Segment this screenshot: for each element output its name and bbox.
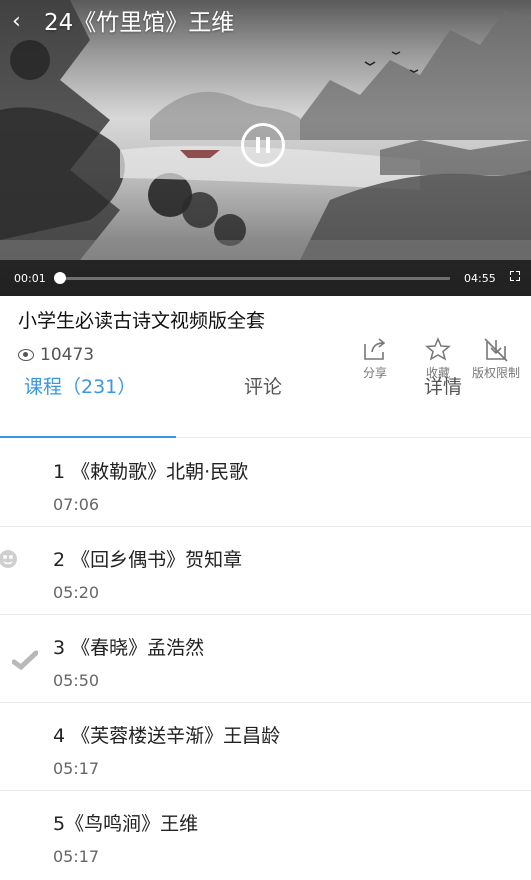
- total-time: 04:55: [464, 272, 496, 285]
- lesson-title: 4 《芙蓉楼送辛渐》王昌龄: [53, 725, 281, 747]
- playing-avatar-icon: [0, 550, 17, 568]
- watched-check-icon: [12, 650, 38, 670]
- download-restricted-icon: [484, 338, 508, 362]
- list-divider: [0, 702, 531, 703]
- eye-icon: [18, 349, 34, 361]
- share-button[interactable]: 分享: [361, 336, 389, 381]
- lesson-item[interactable]: 1 《敕勒歌》北朝·民歌 07:06: [0, 440, 531, 528]
- lesson-title: 3 《春晓》孟浩然: [53, 637, 205, 659]
- video-player[interactable]: ‹ 24《竹里馆》王维 00:01 04:55: [0, 0, 531, 296]
- current-time: 00:01: [14, 272, 46, 285]
- lesson-item[interactable]: 5《鸟鸣涧》王维 05:17: [0, 792, 531, 880]
- list-divider: [0, 614, 531, 615]
- lesson-item[interactable]: 3 《春晓》孟浩然 05:50: [0, 616, 531, 704]
- lesson-duration: 05:20: [53, 583, 100, 602]
- share-icon: [364, 338, 386, 360]
- list-divider: [0, 526, 531, 527]
- view-count: 10473: [18, 345, 94, 365]
- list-divider: [0, 790, 531, 791]
- lesson-title: 5《鸟鸣涧》王维: [53, 813, 199, 835]
- lesson-item[interactable]: 2 《回乡偶书》贺知章 05:20: [0, 528, 531, 616]
- course-title: 小学生必读古诗文视频版全套: [18, 310, 266, 332]
- copyright-restricted-label: 版权限制: [472, 366, 521, 380]
- lesson-duration: 05:17: [53, 847, 100, 866]
- lesson-title: 1 《敕勒歌》北朝·民歌: [53, 461, 249, 483]
- lesson-item[interactable]: 4 《芙蓉楼送辛渐》王昌龄 05:17: [0, 704, 531, 792]
- share-label: 分享: [362, 366, 387, 380]
- view-count-value: 10473: [40, 345, 95, 365]
- tab-lessons[interactable]: 课程（231）: [24, 372, 136, 399]
- pause-icon[interactable]: [241, 123, 285, 167]
- lesson-duration: 05:17: [53, 759, 100, 778]
- progress-knob[interactable]: [54, 272, 66, 284]
- fullscreen-icon[interactable]: [510, 271, 520, 281]
- star-icon: [425, 337, 451, 361]
- back-chevron-left-icon[interactable]: ‹: [12, 10, 21, 34]
- video-control-bar: 00:01 04:55: [0, 260, 531, 296]
- progress-track[interactable]: [54, 272, 450, 284]
- tab-comments[interactable]: 评论: [244, 372, 282, 399]
- video-title: 24《竹里馆》王维: [44, 10, 235, 36]
- active-tab-indicator: [0, 436, 176, 438]
- tab-details[interactable]: 详情: [424, 372, 462, 399]
- lesson-duration: 07:06: [53, 495, 100, 514]
- copyright-restricted-button[interactable]: 版权限制: [472, 336, 520, 381]
- lesson-duration: 05:50: [53, 671, 100, 690]
- lesson-title: 2 《回乡偶书》贺知章: [53, 549, 243, 571]
